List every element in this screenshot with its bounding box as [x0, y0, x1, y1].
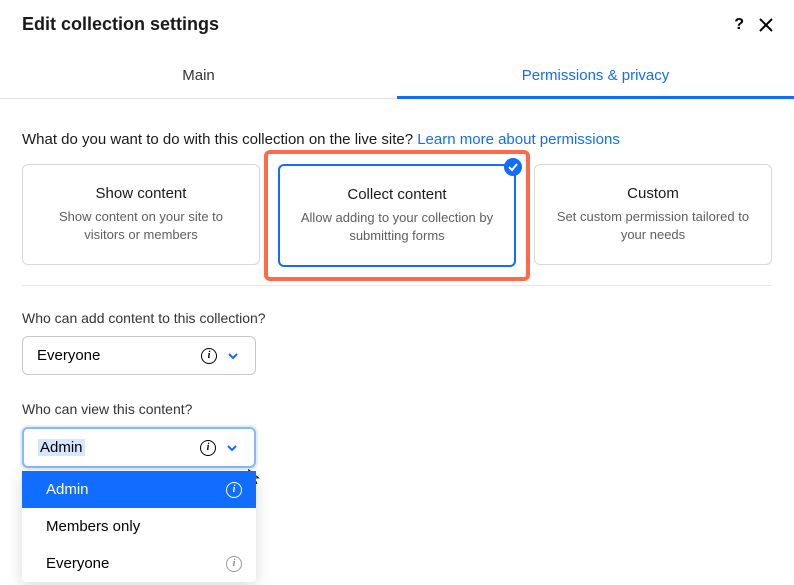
tabs: Main Permissions & privacy	[0, 55, 794, 99]
view-content-select[interactable]: Admin i	[22, 427, 256, 468]
info-icon[interactable]: i	[226, 556, 242, 572]
card-collect-content[interactable]: Collect content Allow adding to your col…	[278, 164, 516, 267]
help-icon[interactable]: ?	[734, 16, 744, 34]
view-content-dropdown: Admin i Members only Everyone i	[22, 471, 256, 582]
option-admin[interactable]: Admin i	[22, 471, 256, 508]
card-desc: Show content on your site to visitors or…	[39, 208, 243, 244]
close-icon[interactable]	[758, 17, 774, 33]
info-icon[interactable]: i	[201, 348, 217, 364]
view-content-label: Who can view this content?	[22, 401, 772, 417]
add-content-select[interactable]: Everyone i	[22, 336, 256, 375]
check-icon	[504, 158, 522, 176]
page-title: Edit collection settings	[22, 14, 219, 35]
add-content-label: Who can add content to this collection?	[22, 310, 772, 326]
info-icon[interactable]: i	[226, 482, 242, 498]
card-title: Show content	[96, 185, 187, 202]
select-value: Everyone	[37, 347, 100, 364]
option-label: Admin	[46, 481, 89, 498]
card-desc: Set custom permission tailored to your n…	[551, 208, 755, 244]
learn-more-link[interactable]: Learn more about permissions	[417, 131, 620, 148]
card-desc: Allow adding to your collection by submi…	[296, 209, 498, 245]
info-icon[interactable]: i	[200, 440, 216, 456]
chevron-down-icon	[226, 441, 240, 455]
select-value: Admin	[38, 439, 85, 456]
tab-permissions[interactable]: Permissions & privacy	[397, 55, 794, 98]
prompt-question: What do you want to do with this collect…	[22, 131, 417, 148]
option-members[interactable]: Members only	[22, 508, 256, 545]
option-label: Members only	[46, 518, 140, 535]
permission-cards: Show content Show content on your site t…	[22, 164, 772, 267]
card-show-content[interactable]: Show content Show content on your site t…	[22, 164, 260, 265]
divider	[22, 285, 772, 286]
option-everyone[interactable]: Everyone i	[22, 545, 256, 582]
tab-main[interactable]: Main	[0, 55, 397, 98]
chevron-down-icon	[227, 349, 241, 363]
card-custom[interactable]: Custom Set custom permission tailored to…	[534, 164, 772, 265]
prompt-text: What do you want to do with this collect…	[22, 131, 772, 148]
option-label: Everyone	[46, 555, 109, 572]
card-title: Collect content	[347, 186, 446, 203]
card-title: Custom	[627, 185, 679, 202]
